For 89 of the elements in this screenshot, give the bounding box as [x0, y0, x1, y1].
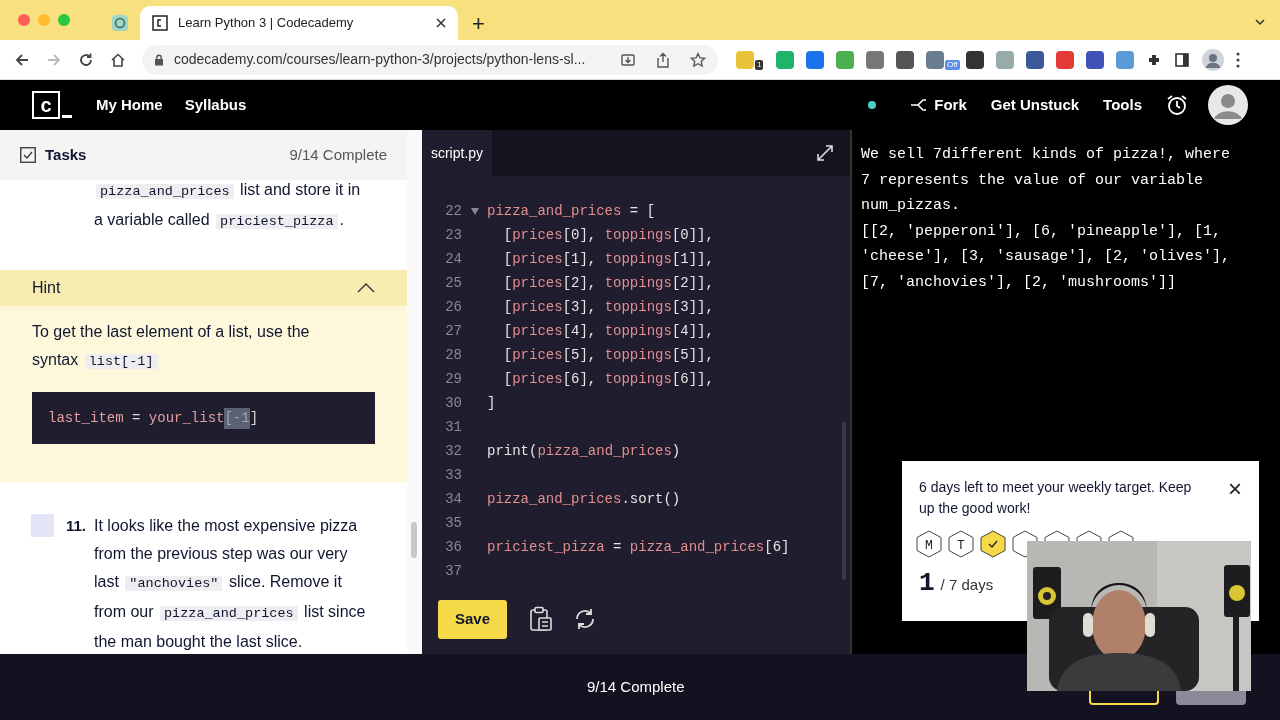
browser-tab[interactable]: Learn Python 3 | Codecademy: [140, 6, 458, 40]
line-number: 36: [444, 537, 462, 557]
extension-icon[interactable]: [1026, 50, 1044, 69]
home-icon[interactable]: [110, 51, 126, 68]
user-avatar-icon[interactable]: [1208, 85, 1248, 125]
codecademy-logo[interactable]: c: [32, 91, 60, 119]
day-badge: M: [916, 530, 942, 558]
code-line: [prices[6], toppings[6]],: [502, 369, 714, 389]
day-badge: T: [948, 530, 974, 558]
line-number: 31: [444, 417, 462, 437]
task-description: It looks like the most expensive pizza from the previous step was our very last "anchovies" slice. Remove it from our pizza_and_prices list since the man bought the last slice.: [94, 516, 367, 652]
line-number: 23: [444, 225, 462, 245]
task-checkbox[interactable]: [31, 514, 54, 537]
streak-count: 1: [919, 567, 935, 600]
extension-badge: Off: [945, 59, 960, 70]
line-number: 34: [444, 489, 462, 509]
logo-underscore-icon: [62, 115, 72, 118]
code-line: priciest_pizza = pizza_and_prices[6]: [487, 537, 790, 557]
code-line: [prices[4], toppings[4]],: [502, 321, 714, 341]
chevron-down-icon[interactable]: [1254, 16, 1266, 28]
alarm-clock-icon[interactable]: [1166, 94, 1188, 116]
profile-avatar-icon[interactable]: [1202, 48, 1224, 71]
back-arrow-icon[interactable]: [14, 51, 30, 68]
line-number: 29: [444, 369, 462, 389]
code-block: last_item = your_list[-1]: [32, 392, 375, 444]
line-number: 28: [444, 345, 462, 365]
close-button[interactable]: ×: [1228, 479, 1242, 499]
code-line: ]: [487, 393, 496, 413]
hint-text: To get the last element of a list, use the syntax list[-1]: [32, 322, 311, 371]
progress-text: 9/14 Complete: [289, 144, 387, 165]
chevron-up-icon: [357, 283, 375, 293]
reset-icon[interactable]: [573, 607, 597, 631]
line-number: 37: [444, 561, 462, 581]
star-icon[interactable]: [690, 51, 706, 68]
nav-link[interactable]: Syllabus: [184, 93, 247, 117]
lock-icon: [154, 53, 164, 66]
extension-badge: 1: [755, 59, 764, 70]
output-text: [[2, 'pepperoni'], [6, 'pineapple'], [1, 'cheese'], [3, 'sausage'], [2, 'olives'], [7, 'anchovies'], [2, 'mushrooms']]: [861, 221, 1232, 293]
tab-title: Learn Python 3 | Codecademy: [178, 14, 355, 33]
code-line: [prices[2], toppings[2]],: [502, 273, 714, 293]
codecademy-favicon-icon: [152, 15, 168, 31]
code-line: print(pizza_and_prices): [487, 441, 681, 461]
sidebar-icon[interactable]: [1174, 51, 1190, 68]
new-tab-button[interactable]: +: [472, 6, 485, 40]
install-icon[interactable]: [620, 51, 636, 68]
streak-total: / 7 days: [940, 575, 994, 595]
checkbox-icon: [20, 147, 36, 163]
fold-triangle-icon[interactable]: [470, 207, 479, 215]
reload-icon[interactable]: [78, 51, 94, 68]
clipboard-icon[interactable]: [529, 606, 553, 632]
address-field[interactable]: codecademy.com/courses/learn-python-3/projects/python-lens-sl...: [142, 44, 718, 75]
extension-icon[interactable]: [1086, 50, 1104, 69]
code-line: [prices[0], toppings[0]],: [502, 225, 714, 245]
file-tab[interactable]: script.py: [422, 130, 492, 176]
line-number: 33: [444, 465, 462, 485]
extension-icon[interactable]: [896, 50, 914, 69]
more-menu-icon[interactable]: [1236, 51, 1240, 68]
line-number: 35: [444, 513, 462, 533]
header-link[interactable]: Tools: [1103, 93, 1142, 117]
save-button[interactable]: Save: [438, 599, 507, 639]
fork-icon: [910, 97, 929, 113]
nav-link[interactable]: My Home: [96, 93, 163, 117]
line-number: 26: [444, 297, 462, 317]
code-line: pizza_and_prices.sort(): [487, 489, 681, 509]
line-number: 30: [444, 393, 462, 413]
line-number: 32: [444, 441, 462, 461]
knot-icon: [111, 14, 129, 32]
code-line: [prices[1], toppings[1]],: [502, 249, 714, 269]
header-link[interactable]: Get Unstuck: [990, 93, 1080, 117]
panel-title: Tasks: [45, 144, 88, 165]
code-line: [prices[3], toppings[3]],: [502, 297, 714, 317]
extension-icon[interactable]: [966, 50, 984, 69]
line-number: 22: [444, 201, 462, 221]
line-number: 27: [444, 321, 462, 341]
scrollbar-thumb[interactable]: [411, 522, 417, 558]
share-icon[interactable]: [656, 51, 670, 68]
code-line: [prices[5], toppings[5]],: [502, 345, 714, 365]
output-text: We sell 7different kinds of pizza!, where 7 represents the value of our variable num_pizzas.: [861, 145, 1232, 216]
task-description: pizza_and_prices list and store it in a variable called priciest_pizza .: [93, 180, 362, 231]
hint-header[interactable]: Hint: [0, 270, 407, 306]
line-number: 25: [444, 273, 462, 293]
close-icon[interactable]: [436, 18, 446, 28]
fork-button[interactable]: Fork: [910, 93, 967, 117]
task-number: 11.: [65, 516, 88, 536]
expand-icon[interactable]: [816, 144, 834, 162]
line-number: 24: [444, 249, 462, 269]
streak-message: 6 days left to meet your weekly target. Keep up the good work!: [919, 478, 1193, 518]
progress-text: 9/14 Complete: [587, 676, 685, 697]
code-line: pizza_and_prices = [: [487, 201, 656, 221]
